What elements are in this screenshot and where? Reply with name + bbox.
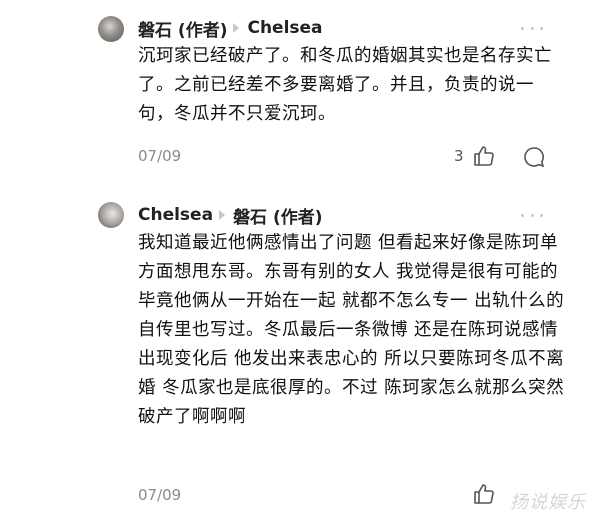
reply-arrow-icon [233, 23, 240, 33]
comment: Chelsea 磐石 (作者) 我知道最近他俩感情出了问题 但看起来好像是陈珂单… [0, 192, 600, 522]
more-dots-icon[interactable] [516, 205, 548, 225]
comment-header: Chelsea 磐石 (作者) [138, 201, 323, 229]
thumbs-up-icon[interactable] [472, 482, 496, 506]
comment: 磐石 (作者) Chelsea 沉珂家已经破产了。和冬瓜的婚姻其实也是名存实亡了… [0, 4, 600, 174]
comment-text: 我知道最近他俩感情出了问题 但看起来好像是陈珂单方面想甩东哥。东哥有别的女人 我… [138, 233, 565, 427]
comment-header: 磐石 (作者) Chelsea [138, 14, 323, 42]
author-name[interactable]: Chelsea [138, 205, 213, 225]
author-name[interactable]: 磐石 (作者) [138, 16, 227, 41]
thumbs-up-icon[interactable] [472, 144, 496, 168]
watermark: 扬说娱乐 [510, 492, 586, 513]
reply-to-name[interactable]: Chelsea [247, 18, 322, 38]
comment-text: 沉珂家已经破产了。和冬瓜的婚姻其实也是名存实亡了。之前已经差不多要离婚了。并且，… [138, 46, 552, 124]
reply-arrow-icon [219, 210, 226, 220]
more-dots-icon[interactable] [516, 18, 548, 38]
comment-date: 07/09 [138, 486, 182, 504]
avatar[interactable] [98, 16, 124, 42]
avatar[interactable] [98, 202, 124, 228]
comment-bubble-icon[interactable] [522, 145, 546, 169]
reply-to-name[interactable]: 磐石 (作者) [233, 203, 322, 228]
comment-date: 07/09 [138, 147, 182, 165]
like-count: 3 [454, 147, 464, 165]
